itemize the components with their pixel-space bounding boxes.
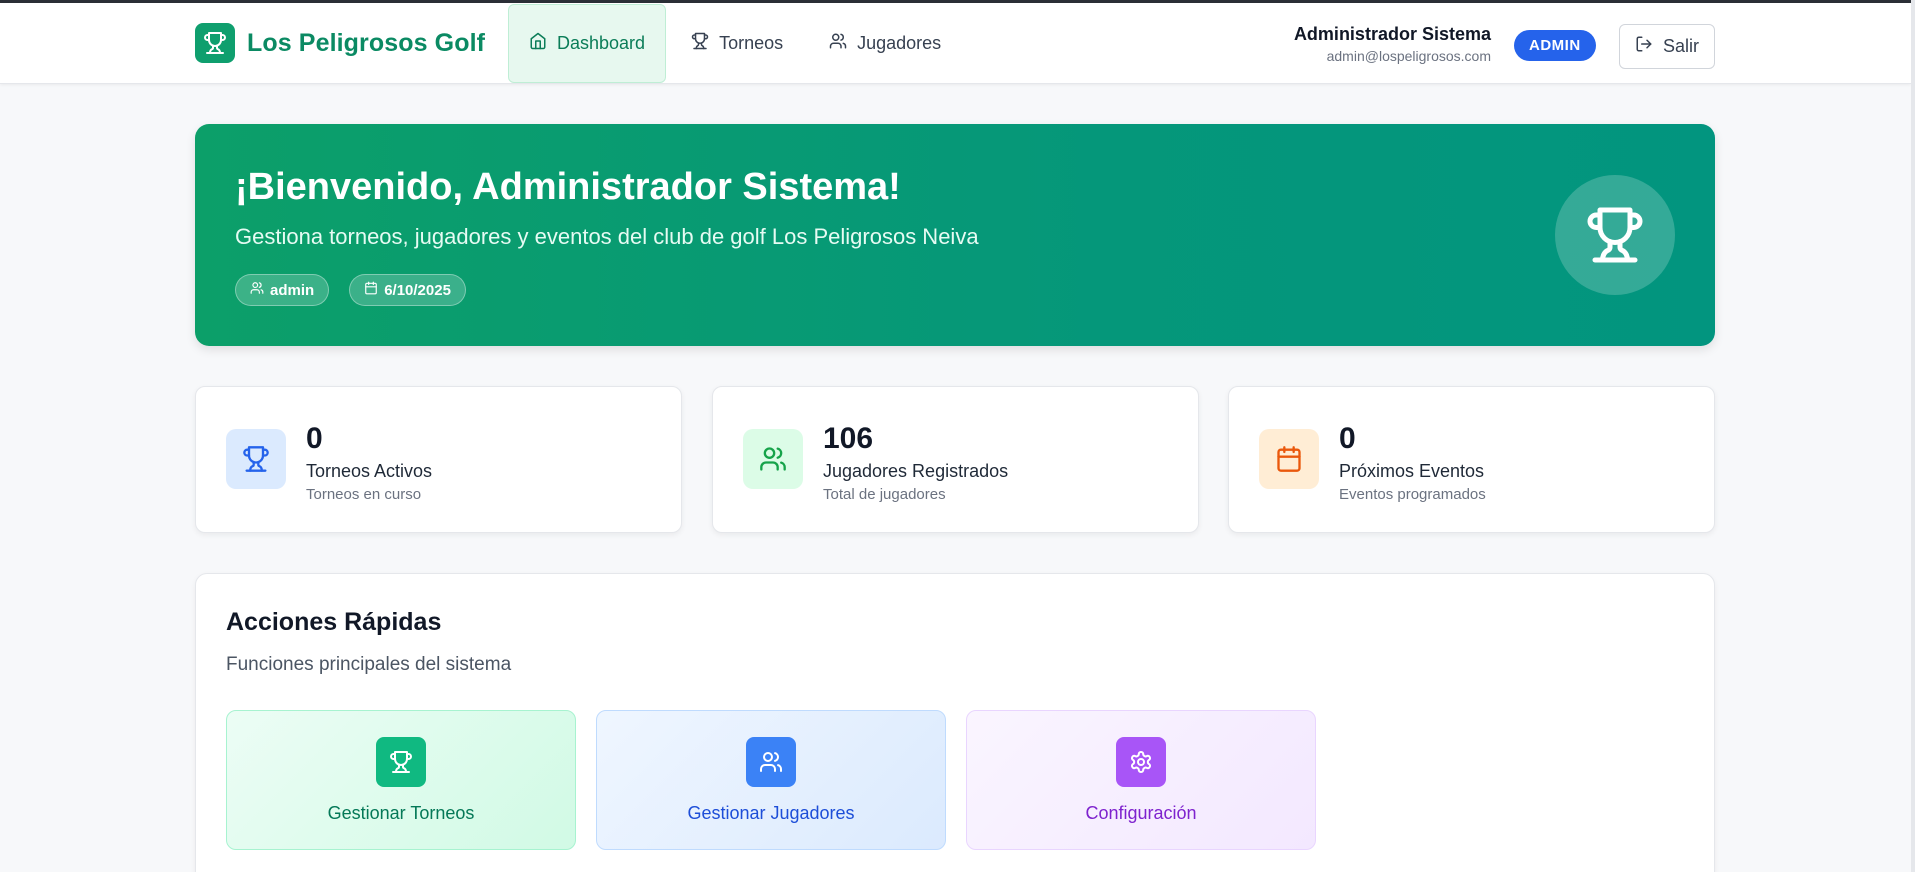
nav-label: Dashboard [557, 33, 646, 53]
calendar-icon [364, 281, 378, 299]
role-badge: ADMIN [1514, 30, 1596, 61]
logout-label: Salir [1662, 36, 1699, 56]
quick-actions-title: Acciones Rápidas [226, 608, 442, 636]
user-email: admin@lospeligrosos.com [1326, 48, 1491, 64]
brand-name: Los Peligrosos Golf [247, 28, 486, 57]
nav-jugadores[interactable]: Jugadores [808, 4, 962, 83]
quick-actions-panel: Acciones Rápidas Funciones principales d… [195, 573, 1715, 872]
stat-card-torneos: 0 Torneos Activos Torneos en curso [195, 386, 682, 533]
user-name: Administrador Sistema [1293, 24, 1491, 44]
nav-label: Torneos [719, 33, 784, 53]
stat-sub: Eventos programados [1339, 486, 1486, 503]
users-icon [743, 429, 803, 489]
nav-label: Jugadores [857, 33, 942, 53]
stat-value: 0 [1339, 422, 1356, 455]
nav-dashboard[interactable]: Dashboard [508, 4, 667, 83]
settings-button[interactable]: Configuración [966, 710, 1316, 850]
manage-tournaments-button[interactable]: Gestionar Torneos [226, 710, 576, 850]
trophy-icon [376, 737, 426, 787]
users-icon [250, 281, 264, 299]
stat-sub: Torneos en curso [306, 486, 422, 503]
user-info: Administrador Sistema admin@lospeligroso… [1294, 24, 1491, 64]
trophy-icon [691, 32, 709, 55]
manage-players-button[interactable]: Gestionar Jugadores [596, 710, 946, 850]
page-scrollbar[interactable] [1911, 0, 1915, 872]
action-label: Gestionar Torneos [327, 803, 475, 823]
welcome-banner: ¡Bienvenido, Administrador Sistema! Gest… [195, 124, 1715, 346]
trophy-icon [195, 23, 235, 63]
trophy-icon [1555, 175, 1675, 295]
users-icon [746, 737, 796, 787]
user-chip-label: admin [270, 281, 315, 299]
welcome-subtitle: Gestiona torneos, jugadores y eventos de… [235, 224, 979, 249]
stat-label: Jugadores Registrados [823, 461, 1009, 481]
users-icon [829, 32, 847, 55]
action-label: Configuración [1085, 803, 1197, 823]
welcome-title: ¡Bienvenido, Administrador Sistema! [235, 166, 901, 208]
stat-card-eventos: 0 Próximos Eventos Eventos programados [1228, 386, 1715, 533]
logout-button[interactable]: Salir [1619, 24, 1715, 69]
logout-icon [1635, 35, 1653, 58]
action-label: Gestionar Jugadores [687, 803, 855, 823]
stat-sub: Total de jugadores [823, 486, 946, 503]
stat-label: Próximos Eventos [1339, 461, 1485, 481]
top-navbar: Los Peligrosos Golf Dashboard Torneos Ju… [0, 3, 1911, 84]
trophy-icon [226, 429, 286, 489]
main-nav: Dashboard Torneos Jugadores [508, 4, 962, 83]
gear-icon [1116, 737, 1166, 787]
date-chip-label: 6/10/2025 [384, 281, 451, 299]
date-chip: 6/10/2025 [349, 274, 466, 306]
nav-torneos[interactable]: Torneos [670, 4, 804, 83]
home-icon [529, 32, 547, 55]
stat-card-jugadores: 106 Jugadores Registrados Total de jugad… [712, 386, 1199, 533]
stat-value: 0 [306, 422, 323, 455]
user-chip: admin [235, 274, 330, 306]
stat-value: 106 [823, 422, 874, 455]
quick-actions-subtitle: Funciones principales del sistema [226, 654, 512, 675]
calendar-icon [1259, 429, 1319, 489]
stat-label: Torneos Activos [306, 461, 433, 481]
brand[interactable]: Los Peligrosos Golf [195, 23, 485, 63]
welcome-chips: admin 6/10/2025 [235, 274, 466, 306]
